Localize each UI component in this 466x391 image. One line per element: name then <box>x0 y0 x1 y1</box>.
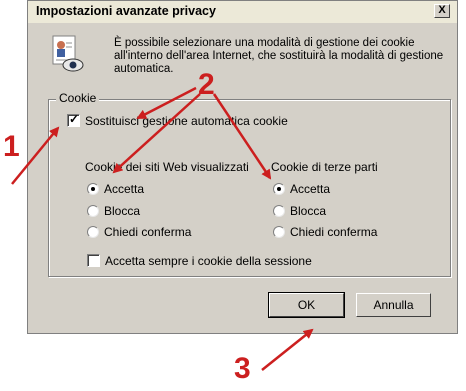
annotation-step1: 1 <box>3 130 20 163</box>
annotation-step3: 3 <box>234 352 251 385</box>
annotation-arrows <box>11 86 314 371</box>
arrow-step2-third-party <box>212 93 272 180</box>
annotation-step2: 2 <box>198 68 215 101</box>
arrow-step2-override <box>136 86 197 120</box>
arrow-step2-first-party <box>112 93 201 174</box>
arrow-step3 <box>261 328 314 371</box>
